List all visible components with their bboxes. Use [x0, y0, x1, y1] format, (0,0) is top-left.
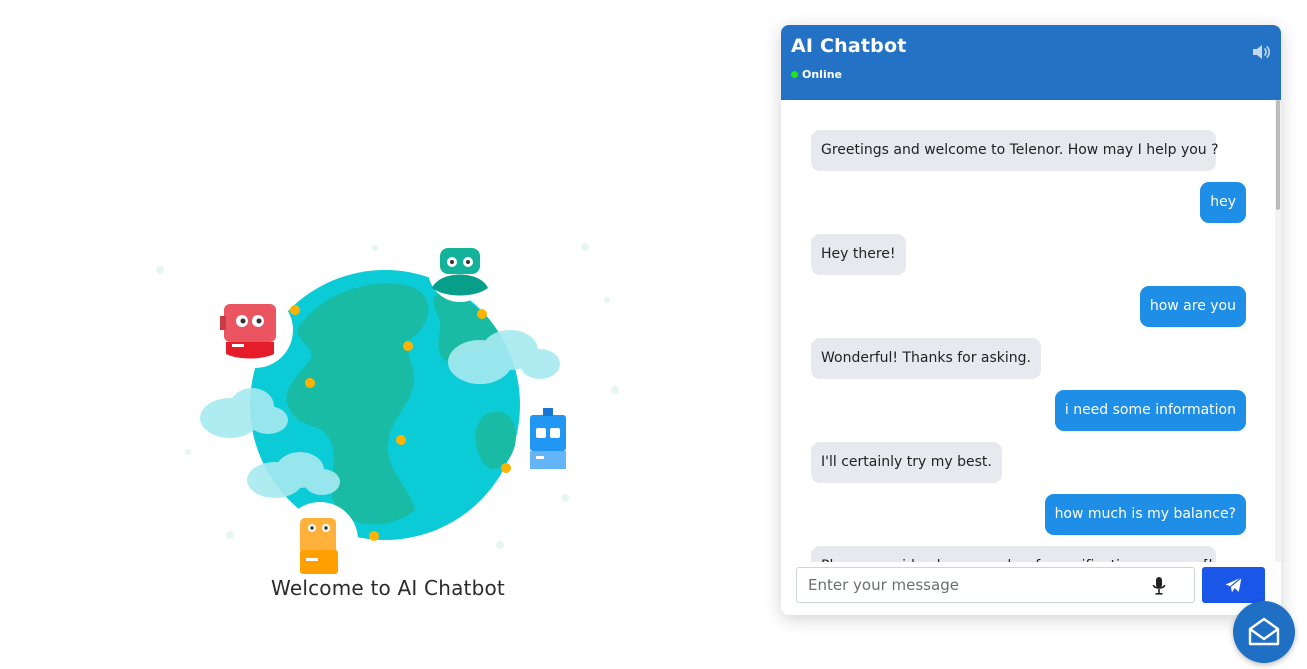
red-robot-icon	[220, 304, 276, 359]
user-message: hey	[1200, 182, 1246, 223]
paper-plane-icon	[1225, 576, 1242, 592]
user-message: how are you	[1139, 286, 1246, 327]
chat-composer	[781, 562, 1281, 615]
message-input[interactable]	[797, 568, 1159, 602]
globe-robots-illustration	[156, 238, 619, 575]
bot-message: Greetings and welcome to Telenor. How ma…	[811, 130, 1219, 171]
microphone-icon[interactable]	[1152, 577, 1166, 595]
scrollbar-thumb[interactable]	[1276, 100, 1280, 210]
user-message: i need some information	[1054, 390, 1246, 431]
chat-messages-area[interactable]: Greetings and welcome to Telenor. How ma…	[781, 100, 1281, 562]
chat-title: AI Chatbot	[791, 35, 907, 57]
orange-robot-icon	[300, 518, 338, 574]
send-button[interactable]	[1202, 567, 1265, 603]
scrollbar[interactable]	[1275, 100, 1281, 562]
speaker-icon[interactable]	[1252, 43, 1272, 61]
chat-header: AI Chatbot Online	[781, 25, 1281, 100]
bot-message: Hey there!	[811, 234, 906, 275]
chat-launcher-button[interactable]	[1233, 601, 1295, 663]
online-dot-icon	[791, 71, 798, 78]
bot-message: I'll certainly try my best.	[811, 442, 1002, 483]
page: Welcome to AI Chatbot AI Chatbot Online …	[0, 0, 1307, 669]
message-input-wrapper	[796, 567, 1195, 603]
envelope-open-icon	[1248, 617, 1280, 646]
chat-window: AI Chatbot Online Greetings and welcome …	[781, 25, 1281, 615]
message-list: Greetings and welcome to Telenor. How ma…	[811, 130, 1246, 562]
user-message: how much is my balance?	[1044, 494, 1246, 535]
welcome-caption: Welcome to AI Chatbot	[271, 576, 505, 600]
status-label: Online	[802, 68, 843, 81]
welcome-hero: Welcome to AI Chatbot	[150, 230, 630, 610]
chat-status: Online	[791, 68, 842, 81]
bot-message: Please provide phone number for verifica…	[811, 546, 1242, 562]
bot-message: Wonderful! Thanks for asking.	[811, 338, 1041, 379]
blue-robot-icon	[530, 408, 566, 469]
